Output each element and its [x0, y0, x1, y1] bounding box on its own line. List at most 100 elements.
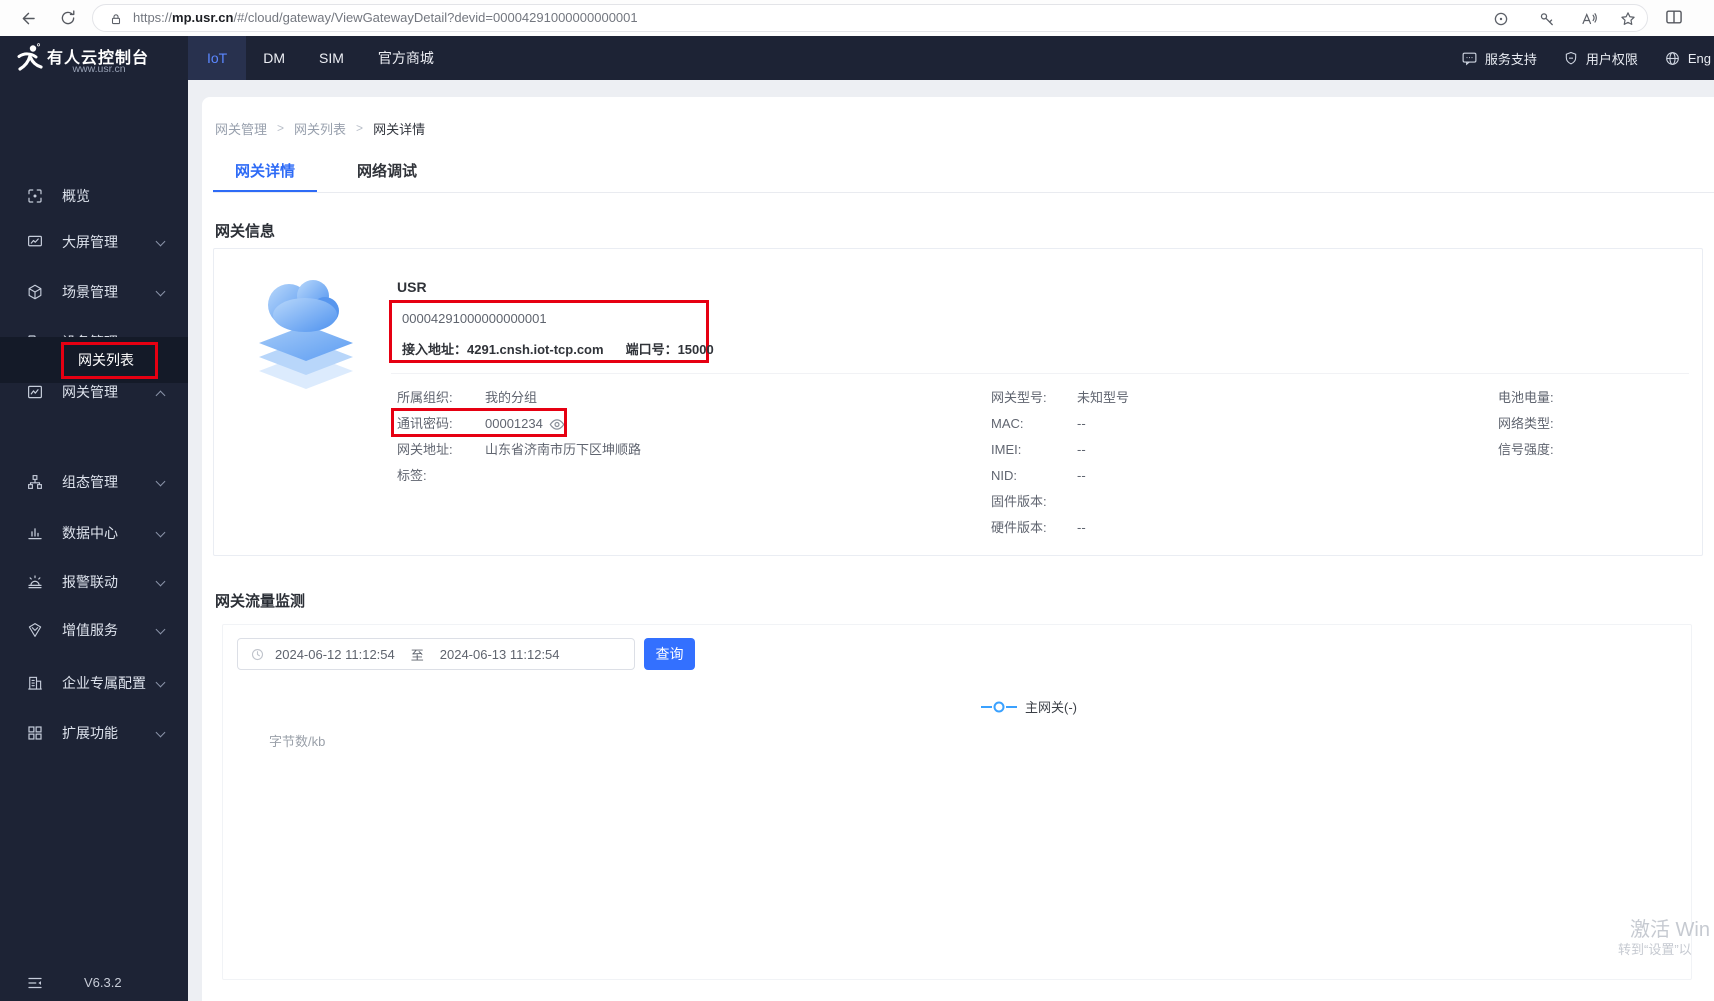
location-icon[interactable]: [1490, 8, 1512, 30]
field-label: 电池电量:: [1498, 390, 1554, 405]
sidebar-item-big-screen[interactable]: 大屏管理: [0, 222, 188, 262]
field-label: 信号强度:: [1498, 442, 1554, 457]
field-label: 硬件版本:: [991, 520, 1047, 535]
app-top-bar: 有人云控制台 www.usr.cn IoT DM SIM 官方商城 服务支持 用…: [0, 36, 1714, 80]
annotation-box-comm-password: [391, 408, 567, 437]
top-navigation: IoT DM SIM 官方商城: [188, 36, 451, 80]
top-bar-right: 服务支持 用户权限 Eng: [1461, 36, 1714, 80]
nav-tab-sim[interactable]: SIM: [302, 36, 361, 80]
sidebar-subitem-gateway-list[interactable]: 网关列表: [0, 337, 188, 383]
site-permissions-icon[interactable]: [105, 8, 127, 30]
field-label: NID:: [991, 468, 1017, 483]
windows-activation-watermark: 激活 Win: [1630, 919, 1710, 941]
nav-tab-iot[interactable]: IoT: [188, 36, 247, 80]
password-key-icon[interactable]: [1536, 8, 1558, 30]
gateway-icon: [26, 383, 44, 401]
tab-network-debug[interactable]: 网络调试: [335, 155, 439, 193]
extension-icon: [26, 724, 44, 742]
traffic-heading: 网关流量监测: [215, 593, 306, 610]
sidebar-item-enterprise-config[interactable]: 企业专属配置: [0, 663, 188, 703]
chevron-down-icon: [155, 286, 166, 297]
field-row-organization: 所属组织: 我的分组: [397, 390, 537, 406]
access-address-label: 接入地址：: [402, 342, 468, 357]
sidebar-item-label: 场景管理: [62, 284, 118, 300]
value-added-icon: [26, 621, 44, 639]
main-content: 网关管理 > 网关列表 > 网关详情 网关详情 网络调试 网关信息 USR 00…: [188, 80, 1714, 1001]
url-path: /#/cloud/gateway/ViewGatewayDetail?devid…: [233, 10, 638, 25]
gateway-illustration: [259, 280, 353, 389]
collapse-menu-icon[interactable]: [26, 974, 44, 992]
service-support-label: 服务支持: [1484, 51, 1537, 67]
chevron-down-icon: [155, 236, 166, 247]
date-range-picker[interactable]: 2024-06-12 11:12:54 至 2024-06-13 11:12:5…: [237, 638, 635, 670]
sidebar-item-label: 报警联动: [62, 574, 118, 590]
url-domain: mp.usr.cn: [172, 10, 234, 25]
sidebar-item-label: 企业专属配置: [62, 675, 146, 691]
y-axis-label: 字节数/kb: [269, 734, 326, 749]
favorite-star-icon[interactable]: [1617, 8, 1639, 30]
port-value: 15000: [677, 342, 714, 357]
sidebar-item-configuration[interactable]: 组态管理: [0, 462, 188, 502]
sidebar-item-alarm[interactable]: 报警联动: [0, 562, 188, 602]
field-row-imei: IMEI: --: [991, 442, 1086, 458]
breadcrumb-item[interactable]: 网关列表: [294, 119, 346, 138]
field-row-hardware: 硬件版本: --: [991, 520, 1086, 536]
chevron-down-icon: [155, 527, 166, 538]
language-switch[interactable]: Eng: [1664, 50, 1711, 67]
field-value: --: [1077, 442, 1086, 457]
browser-refresh-icon[interactable]: [56, 6, 80, 30]
address-bar[interactable]: https://mp.usr.cn/#/cloud/gateway/ViewGa…: [92, 4, 1648, 32]
field-value: 山东省济南市历下区坤顺路: [485, 442, 642, 457]
field-value: --: [1077, 468, 1086, 483]
query-button[interactable]: 查询: [644, 638, 695, 670]
field-value: --: [1077, 416, 1086, 431]
date-from[interactable]: 2024-06-12 11:12:54: [275, 647, 395, 662]
breadcrumb: 网关管理 > 网关列表 > 网关详情: [215, 119, 426, 138]
usr-logo-icon[interactable]: [15, 43, 45, 73]
field-label: 网络类型:: [1498, 416, 1554, 431]
sidebar-item-data-center[interactable]: 数据中心: [0, 513, 188, 553]
field-label: MAC:: [991, 416, 1024, 431]
data-center-icon: [26, 524, 44, 542]
chevron-down-icon: [155, 677, 166, 688]
gateway-info-card: USR 00004291000000000001 接入地址：4291.cnsh.…: [213, 248, 1703, 556]
breadcrumb-item-current: 网关详情: [373, 121, 426, 137]
version-label: V6.3.2: [84, 975, 122, 990]
browser-back-icon[interactable]: [16, 6, 40, 30]
field-label: 所属组织:: [397, 390, 453, 405]
field-row-mac: MAC: --: [991, 416, 1086, 432]
chevron-down-icon: [155, 576, 166, 587]
browser-toolbar: https://mp.usr.cn/#/cloud/gateway/ViewGa…: [0, 0, 1714, 36]
nav-tab-dm[interactable]: DM: [246, 36, 302, 80]
sidebar-item-scene[interactable]: 场景管理: [0, 272, 188, 312]
sidebar-item-value-added[interactable]: 增值服务: [0, 610, 188, 650]
field-row-battery: 电池电量:: [1498, 390, 1554, 406]
user-permissions-link[interactable]: 用户权限: [1563, 49, 1638, 68]
service-support-link[interactable]: 服务支持: [1461, 49, 1537, 68]
field-row-tags: 标签:: [397, 468, 485, 484]
nav-tab-mall[interactable]: 官方商城: [361, 36, 451, 80]
field-row-firmware: 固件版本:: [991, 494, 1077, 510]
split-screen-icon[interactable]: [1662, 5, 1686, 29]
annotation-box-device-id: 00004291000000000001 接入地址：4291.cnsh.iot-…: [389, 300, 714, 363]
chart-legend[interactable]: 主网关(-): [981, 697, 1077, 716]
tab-gateway-detail[interactable]: 网关详情: [213, 155, 318, 193]
sidebar-footer: V6.3.2: [0, 972, 188, 996]
enterprise-icon: [26, 674, 44, 692]
legend-marker-icon: [981, 701, 1017, 712]
gateway-info-heading: 网关信息: [215, 223, 276, 240]
read-aloud-icon[interactable]: [1578, 8, 1600, 30]
sidebar-item-label: 扩展功能: [62, 725, 118, 741]
field-value: 未知型号: [1077, 390, 1130, 405]
sidebar-item-extension[interactable]: 扩展功能: [0, 713, 188, 753]
date-to[interactable]: 2024-06-13 11:12:54: [440, 647, 560, 662]
sidebar-item-label: 增值服务: [62, 622, 118, 638]
url-text[interactable]: https://mp.usr.cn/#/cloud/gateway/ViewGa…: [133, 5, 638, 31]
field-value: --: [1077, 520, 1086, 535]
clock-icon: [251, 648, 264, 660]
sidebar-item-label: 组态管理: [62, 474, 118, 490]
sidebar-item-label: 大屏管理: [62, 234, 118, 250]
breadcrumb-item[interactable]: 网关管理: [215, 119, 267, 138]
sidebar-item-overview[interactable]: 概览: [0, 176, 188, 216]
field-row-gateway-address: 网关地址: 山东省济南市历下区坤顺路: [397, 442, 641, 458]
